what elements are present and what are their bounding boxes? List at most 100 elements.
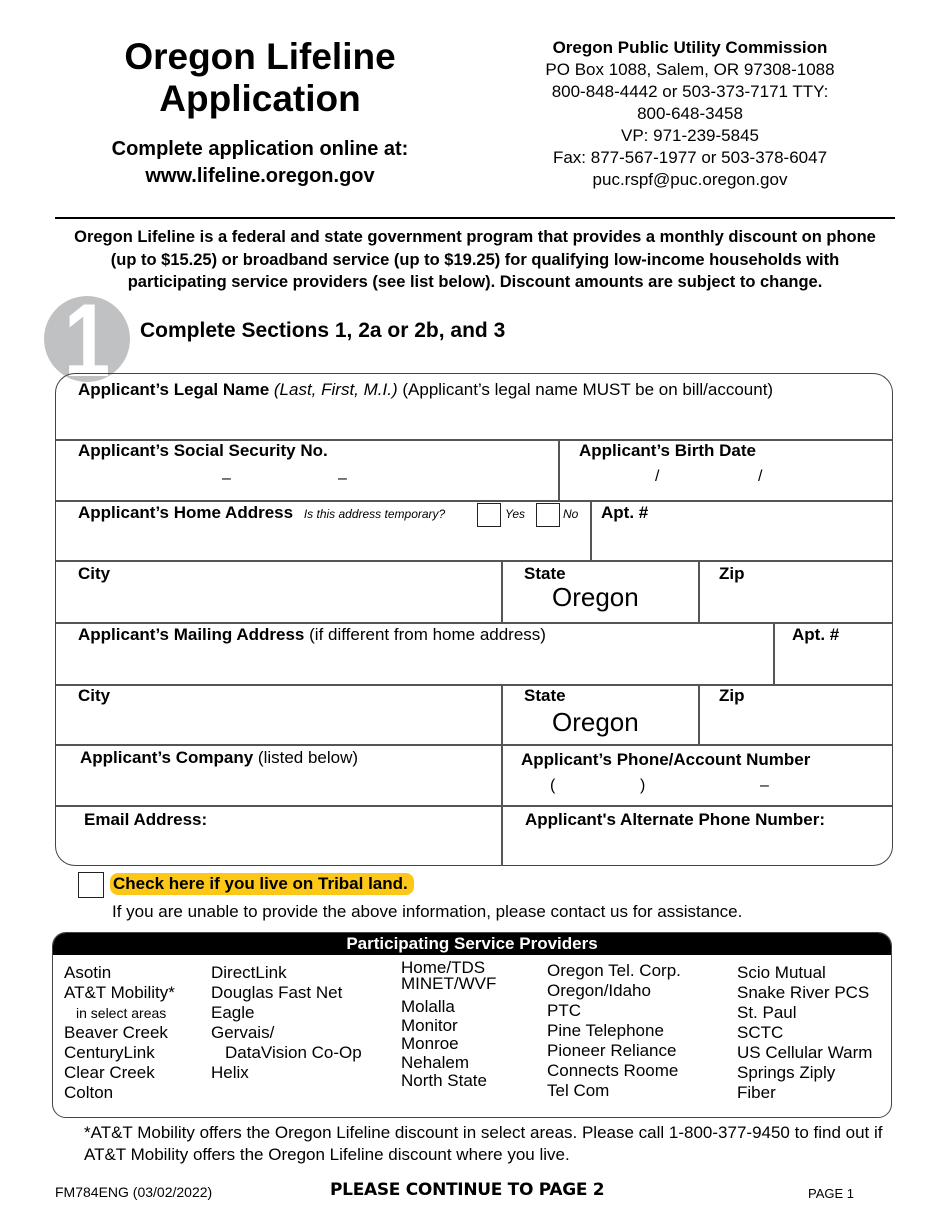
provider-item: Clear Creek <box>64 1063 155 1082</box>
providers-column: DirectLink Douglas Fast Net Eagle Gervai… <box>211 963 362 1083</box>
providers-column: Home/TDS MINET/WVF Molalla Monitor Monro… <box>401 958 497 1091</box>
form-id: FM784ENG (03/02/2022) <box>55 1184 213 1200</box>
provider-item: Helix <box>211 1063 249 1082</box>
temporary-question: Is this address temporary? <box>303 507 446 521</box>
phone-field[interactable] <box>503 772 892 804</box>
mailing-city-label: City <box>78 686 111 705</box>
mailing-state-value[interactable]: Oregon <box>552 707 639 738</box>
email-field[interactable] <box>56 832 501 864</box>
alt-phone-field[interactable] <box>503 832 892 864</box>
online-url-link[interactable]: www.lifeline.oregon.gov <box>60 163 460 190</box>
mailing-apt-label: Apt. # <box>792 625 840 644</box>
provider-item: Oregon/Idaho <box>547 981 651 1000</box>
provider-item: Snake River PCS <box>737 983 870 1002</box>
header-divider <box>55 217 895 219</box>
legal-name-format-hint: (Last, First, M.I.) <box>273 380 398 399</box>
contact-phones: 800-848-4442 or 503-373-7171 TTY: <box>551 82 829 101</box>
provider-item: Beaver Creek <box>64 1023 168 1042</box>
providers-heading: Participating Service Providers <box>53 933 891 955</box>
mailing-zip-label: Zip <box>719 686 745 705</box>
mailing-city-field[interactable] <box>56 708 501 742</box>
home-zip-label: Zip <box>719 564 745 583</box>
title-line-2: Application <box>159 78 361 119</box>
row-divider <box>56 500 892 502</box>
mailing-address-field[interactable]: Applicant’s Mailing Address (if differen… <box>78 625 546 645</box>
provider-item: Eagle <box>211 1003 255 1022</box>
provider-item: Fiber <box>737 1083 776 1102</box>
home-apt-field[interactable] <box>592 524 892 558</box>
contact-fax: Fax: 877-567-1977 or 503-378-6047 <box>552 148 828 167</box>
providers-column: Oregon Tel. Corp. Oregon/Idaho PTC Pine … <box>547 961 681 1101</box>
provider-item: Pioneer Reliance <box>547 1041 677 1060</box>
providers-column: Asotin AT&T Mobility* in select areas Be… <box>64 963 175 1103</box>
provider-item: PTC <box>547 1001 581 1020</box>
provider-item: Oregon Tel. Corp. <box>547 961 681 980</box>
company-hint: (listed below) <box>257 748 359 767</box>
provider-item: North State <box>401 1071 487 1090</box>
mailing-address-hint: (if different from home address) <box>309 625 546 644</box>
online-notice: Complete application online at: www.life… <box>60 136 460 190</box>
provider-item: SCTC <box>737 1023 784 1042</box>
provider-item: MINET/WVF <box>401 974 497 993</box>
home-state-value[interactable]: Oregon <box>552 582 639 613</box>
providers-column: Scio Mutual Snake River PCS St. Paul SCT… <box>737 963 872 1103</box>
section-title: Complete Sections 1, 2a or 2b, and 3 <box>140 319 506 342</box>
legal-name-field[interactable]: Applicant’s Legal Name (Last, First, M.I… <box>78 380 773 400</box>
contact-vp: VP: 971-239-5845 <box>621 126 759 145</box>
email-label: Email Address: <box>84 810 208 829</box>
tribal-land-checkbox[interactable] <box>78 872 104 898</box>
provider-item: Monroe <box>401 1034 459 1053</box>
provider-item: Home/TDS <box>401 958 486 977</box>
contact-org: Oregon Public Utility Commission <box>552 38 828 57</box>
row-divider <box>56 744 892 746</box>
home-apt-label: Apt. # <box>601 503 649 522</box>
mailing-apt-field[interactable] <box>775 646 892 682</box>
temporary-no-checkbox[interactable] <box>536 503 560 527</box>
home-address-field[interactable]: Applicant’s Home Address Is this address… <box>78 503 445 523</box>
ssn-label: Applicant’s Social Security No. <box>78 441 328 460</box>
section-number: 1 <box>63 296 111 382</box>
temporary-yes-checkbox[interactable] <box>477 503 501 527</box>
ssn-field[interactable] <box>56 464 558 498</box>
provider-item: Molalla <box>401 997 455 1016</box>
contact-email-link[interactable]: puc.rspf@puc.oregon.gov <box>510 169 870 191</box>
row-divider <box>56 560 892 562</box>
birth-date-separator: / <box>758 468 763 485</box>
home-zip-field[interactable] <box>700 586 892 620</box>
provider-item: DataVision Co-Op <box>225 1043 362 1062</box>
intro-paragraph: Oregon Lifeline is a federal and state g… <box>74 227 876 291</box>
ssn-separator: – <box>222 470 231 487</box>
provider-item: Nehalem <box>401 1052 470 1072</box>
provider-item: Connects Roome <box>547 1061 679 1080</box>
phone-dash: – <box>760 777 769 794</box>
provider-item: Colton <box>64 1083 114 1102</box>
title-line-1: Oregon Lifeline <box>124 36 396 77</box>
providers-box: Participating Service Providers Asotin A… <box>52 932 892 1118</box>
provider-item: Gervais/ <box>211 1023 275 1042</box>
birth-date-label: Applicant’s Birth Date <box>579 441 756 460</box>
legal-name-label: Applicant’s Legal Name <box>78 380 270 399</box>
applicant-form: Applicant’s Legal Name (Last, First, M.I… <box>55 373 893 866</box>
contact-address: PO Box 1088, Salem, OR 97308-1088 <box>545 60 835 79</box>
contact-block: Oregon Public Utility Commission PO Box … <box>510 37 870 191</box>
mailing-state-label: State <box>524 686 566 705</box>
section-number-badge: 1 <box>44 296 130 382</box>
birth-date-field[interactable] <box>560 464 892 498</box>
provider-item: Pine Telephone <box>547 1021 664 1040</box>
att-footnote: *AT&T Mobility offers the Oregon Lifelin… <box>84 1123 883 1164</box>
provider-item: Springs Ziply <box>737 1063 836 1082</box>
home-city-field[interactable] <box>56 586 501 620</box>
company-field[interactable]: Applicant’s Company (listed below) <box>80 748 358 768</box>
temporary-yes-label: Yes <box>505 507 526 521</box>
provider-item: US Cellular Warm <box>737 1043 873 1062</box>
assistance-note: If you are unable to provide the above i… <box>112 902 743 921</box>
home-city-label: City <box>78 564 111 583</box>
online-text: Complete application online at: <box>111 138 409 160</box>
page-number: PAGE 1 <box>808 1186 855 1201</box>
mailing-zip-field[interactable] <box>700 708 892 742</box>
provider-item: CenturyLink <box>64 1043 155 1062</box>
legal-name-hint: (Applicant’s legal name MUST be on bill/… <box>402 380 774 399</box>
company-label: Applicant’s Company <box>80 748 254 767</box>
row-divider <box>56 622 892 624</box>
provider-item: Tel Com <box>547 1081 610 1100</box>
